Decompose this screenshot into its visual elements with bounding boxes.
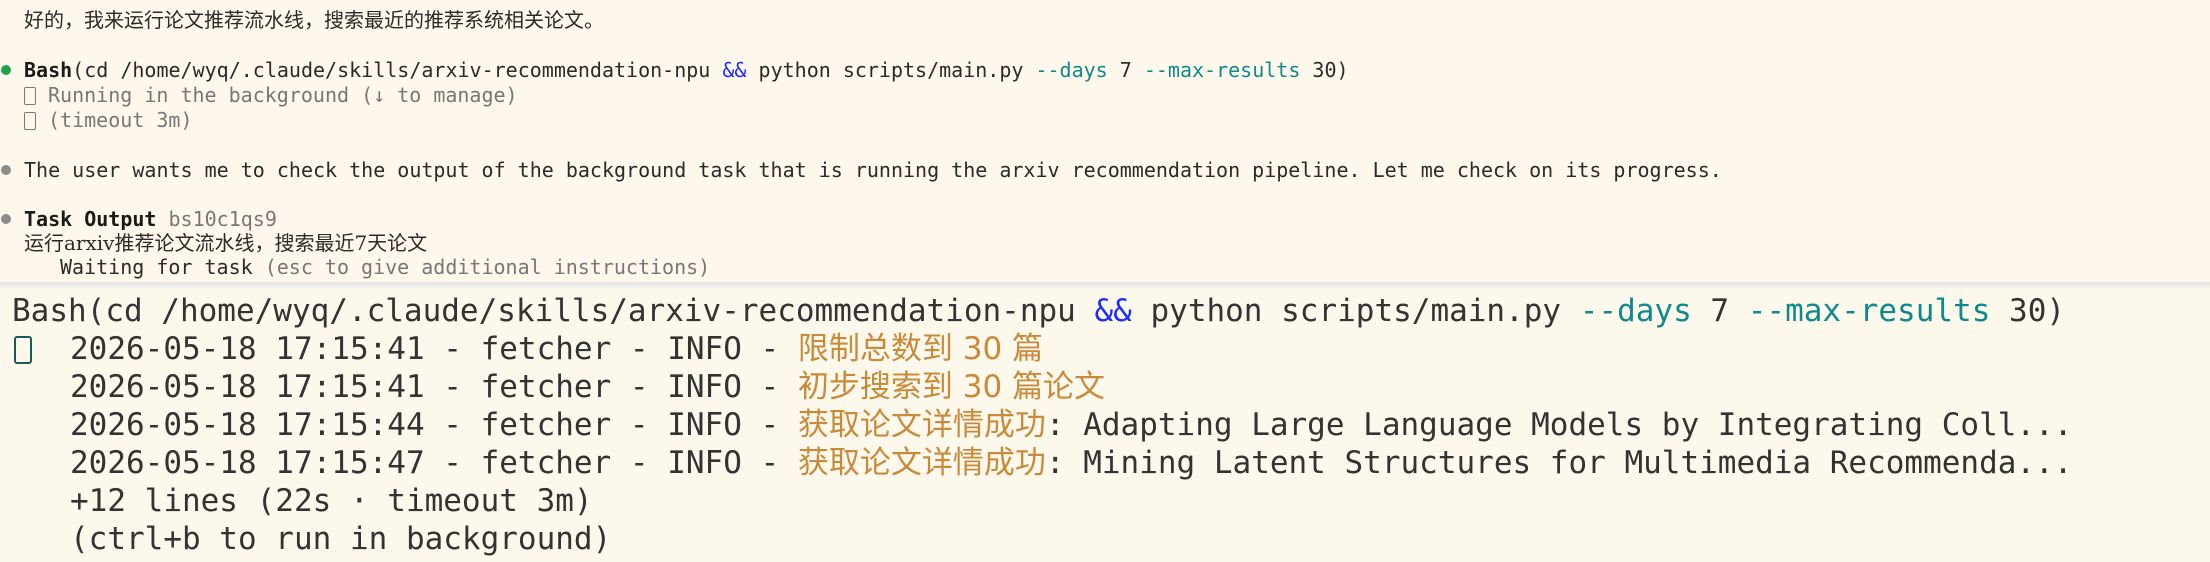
log-message: 初步搜索到 30 篇论文 xyxy=(797,369,1106,405)
zoomed-and-operator: && xyxy=(1094,293,1132,329)
log-prefix: 2026-05-18 17:15:41 - fetcher - INFO - xyxy=(70,331,798,367)
days-flag: --days xyxy=(1035,58,1108,82)
log-message: 获取论文详情成功 xyxy=(797,445,1046,481)
timeout-status: (timeout 3m) xyxy=(24,108,193,132)
task-id: bs10c1qs9 xyxy=(168,207,277,231)
zoomed-command-mid: python scripts/main.py xyxy=(1131,293,1580,329)
terminal-window: 好的，我来运行论文推荐流水线，搜索最近的推荐系统相关论文。 Bash(cd /h… xyxy=(0,0,2210,562)
output-box-icon xyxy=(14,336,32,364)
waiting-status: Waiting for task (esc to give additional… xyxy=(60,255,710,279)
and-operator: && xyxy=(722,58,747,82)
log-line: 2026-05-18 17:15:44 - fetcher - INFO - 获… xyxy=(70,406,2072,444)
zoomed-max-results-flag: --max-results xyxy=(1747,293,1991,329)
task-output-label: Task Output xyxy=(24,207,157,231)
timeout-text: (timeout 3m) xyxy=(48,108,193,132)
log-prefix: 2026-05-18 17:15:44 - fetcher - INFO - xyxy=(70,407,798,443)
log-line: 2026-05-18 17:15:47 - fetcher - INFO - 获… xyxy=(70,444,2072,482)
status-bullet-icon xyxy=(1,214,11,224)
task-output-header[interactable]: Task Output bs10c1qs9 xyxy=(24,207,277,231)
zoomed-output-panel: Bash(cd /home/wyq/.claude/skills/arxiv-r… xyxy=(0,288,2210,562)
zoomed-command-start: (cd /home/wyq/.claude/skills/arxiv-recom… xyxy=(86,293,1095,329)
bash-tool-call[interactable]: Bash(cd /home/wyq/.claude/skills/arxiv-r… xyxy=(24,58,1349,82)
log-line: 2026-05-18 17:15:41 - fetcher - INFO - 初… xyxy=(70,368,1105,406)
more-lines-indicator[interactable]: +12 lines (22s · timeout 3m) xyxy=(70,482,593,520)
days-value: 7 xyxy=(1107,58,1144,82)
zoomed-bash-command: Bash(cd /home/wyq/.claude/skills/arxiv-r… xyxy=(12,292,2065,330)
log-message: 限制总数到 30 篇 xyxy=(797,331,1044,367)
waiting-label: Waiting for task xyxy=(60,255,253,279)
bash-command-mid: python scripts/main.py xyxy=(746,58,1036,82)
log-detail: : Adapting Large Language Models by Inte… xyxy=(1045,407,2073,443)
running-background-text: Running in the background (↓ to manage) xyxy=(48,83,518,107)
status-box-icon xyxy=(24,87,36,105)
status-box-icon xyxy=(24,112,36,130)
zoomed-max-results-value: 30) xyxy=(1990,293,2066,329)
max-results-value: 30) xyxy=(1300,58,1349,82)
waiting-hint: (esc to give additional instructions) xyxy=(264,255,711,279)
status-bullet-icon xyxy=(1,165,11,175)
status-bullet-icon xyxy=(1,65,11,75)
log-detail: : Mining Latent Structures for Multimedi… xyxy=(1045,445,2073,481)
bash-label: Bash xyxy=(24,58,73,82)
running-background-status[interactable]: Running in the background (↓ to manage) xyxy=(24,83,518,107)
assistant-intro-text: 好的，我来运行论文推荐流水线，搜索最近的推荐系统相关论文。 xyxy=(24,8,604,32)
ctrl-b-hint: (ctrl+b to run in background) xyxy=(70,521,612,557)
zoomed-days-value: 7 xyxy=(1691,293,1748,329)
log-prefix: 2026-05-18 17:15:41 - fetcher - INFO - xyxy=(70,369,798,405)
max-results-flag: --max-results xyxy=(1143,58,1301,82)
zoomed-days-flag: --days xyxy=(1579,293,1692,329)
log-message: 获取论文详情成功 xyxy=(797,407,1046,443)
task-description: 运行arxiv推荐论文流水线，搜索最近7天论文 xyxy=(24,231,428,255)
log-prefix: 2026-05-18 17:15:47 - fetcher - INFO - xyxy=(70,445,798,481)
conversation-panel: 好的，我来运行论文推荐流水线，搜索最近的推荐系统相关论文。 Bash(cd /h… xyxy=(0,0,2210,284)
log-line: 2026-05-18 17:15:41 - fetcher - INFO - 限… xyxy=(70,330,1043,368)
bash-command-start: (cd /home/wyq/.claude/skills/arxiv-recom… xyxy=(72,58,723,82)
assistant-thought-text: The user wants me to check the output of… xyxy=(24,158,1722,182)
zoomed-bash-label: Bash xyxy=(12,293,87,329)
